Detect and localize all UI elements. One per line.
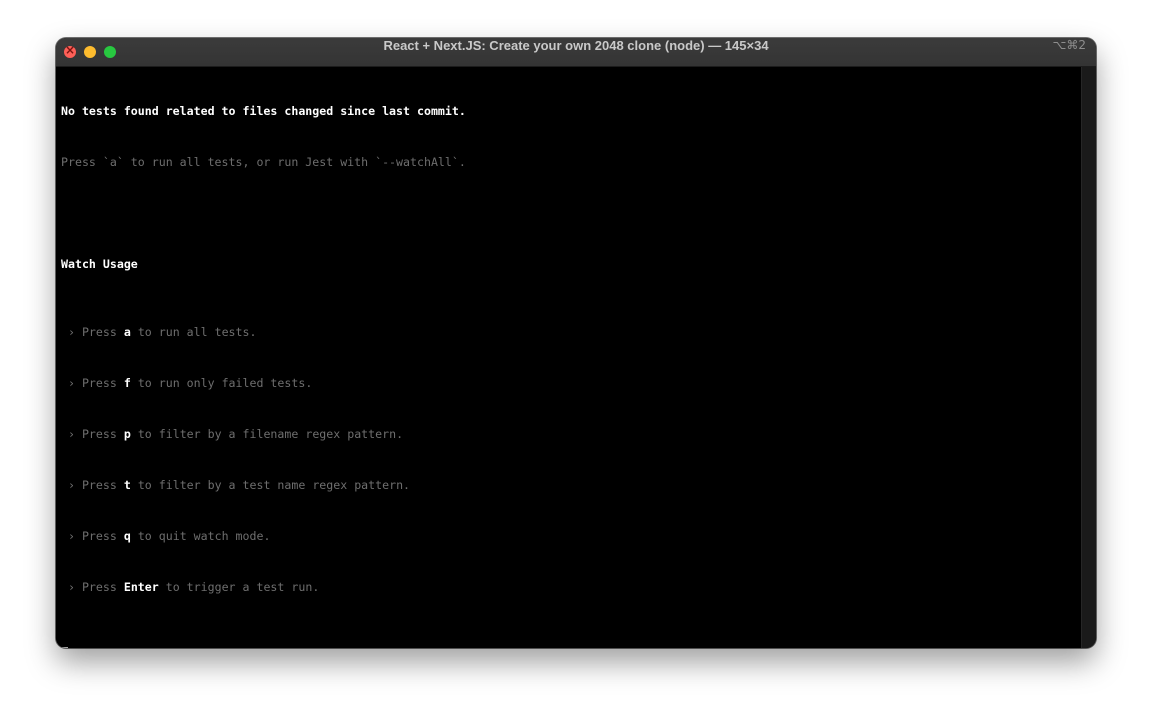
usage-key: t <box>123 478 131 492</box>
usage-desc: to filter by a filename regex pattern. <box>137 427 404 441</box>
text-cursor <box>61 647 68 648</box>
usage-desc: to filter by a test name regex pattern. <box>137 478 411 492</box>
prompt-chevron: › <box>67 325 75 339</box>
press-label: Press <box>81 478 117 492</box>
usage-key: q <box>123 529 131 543</box>
prompt-chevron: › <box>67 529 75 543</box>
usage-item: › Press a to run all tests. <box>61 324 1082 341</box>
no-tests-message: No tests found related to files changed … <box>61 104 466 118</box>
prompt-chevron: › <box>67 376 75 390</box>
prompt-chevron: › <box>67 427 75 441</box>
scrollbar[interactable] <box>1081 67 1096 648</box>
usage-item: › Press q to quit watch mode. <box>61 528 1082 545</box>
usage-key: f <box>123 376 131 390</box>
press-label: Press <box>81 325 117 339</box>
usage-item: › Press t to filter by a test name regex… <box>61 477 1082 494</box>
terminal-window: React + Next.JS: Create your own 2048 cl… <box>56 38 1096 648</box>
window-title: React + Next.JS: Create your own 2048 cl… <box>383 38 769 53</box>
terminal-output[interactable]: No tests found related to files changed … <box>56 67 1082 648</box>
press-label: Press <box>81 580 117 594</box>
watchall-hint: Press `a` to run all tests, or run Jest … <box>61 155 466 169</box>
watch-usage-heading: Watch Usage <box>61 257 138 271</box>
usage-desc: to run only failed tests. <box>137 376 313 390</box>
usage-key: a <box>123 325 131 339</box>
prompt-chevron: › <box>67 580 75 594</box>
title-bar[interactable]: React + Next.JS: Create your own 2048 cl… <box>56 38 1096 67</box>
usage-item: › Press p to filter by a filename regex … <box>61 426 1082 443</box>
press-label: Press <box>81 376 117 390</box>
usage-item: › Press f to run only failed tests. <box>61 375 1082 392</box>
prompt-chevron: › <box>67 478 75 492</box>
usage-desc: to trigger a test run. <box>165 580 320 594</box>
cursor-line <box>61 647 1082 648</box>
usage-key: p <box>123 427 131 441</box>
usage-item: › Press Enter to trigger a test run. <box>61 579 1082 596</box>
usage-desc: to quit watch mode. <box>137 529 271 543</box>
window-shortcut: ⌥⌘2 <box>1052 38 1086 52</box>
press-label: Press <box>81 427 117 441</box>
usage-key: Enter <box>123 580 159 594</box>
press-label: Press <box>81 529 117 543</box>
usage-desc: to run all tests. <box>137 325 257 339</box>
